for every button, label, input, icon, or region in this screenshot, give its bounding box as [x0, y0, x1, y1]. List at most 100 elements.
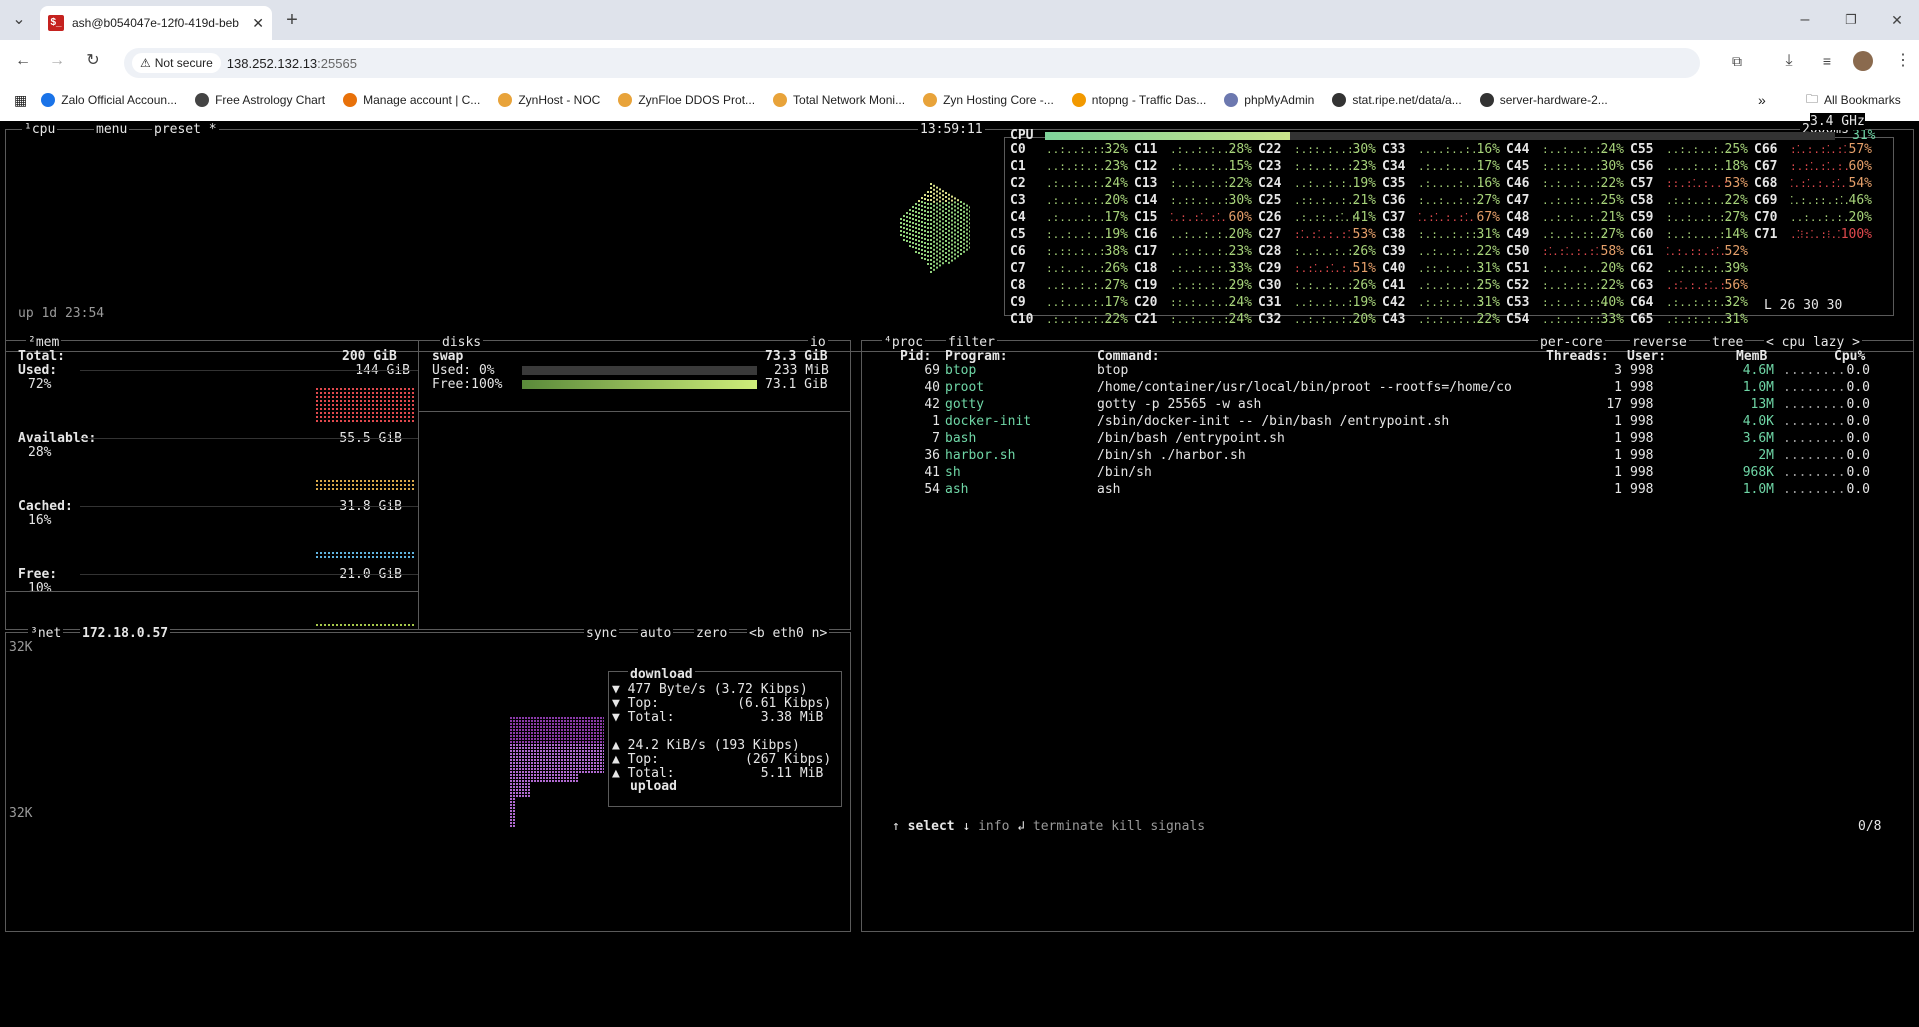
- cpu-graph-dot: [912, 210, 914, 212]
- net-graph-dot: [519, 768, 521, 770]
- table-row[interactable]: 41 sh/bin/sh 1 998 968K 0.0.........: [870, 464, 1905, 481]
- bookmark-item[interactable]: Zyn Hosting Core -...: [923, 93, 1054, 107]
- net-graph-dot: [510, 729, 512, 731]
- cpu-graph-dot: [957, 239, 959, 242]
- bookmarks-overflow-icon[interactable]: »: [1758, 92, 1766, 108]
- close-tab-icon[interactable]: ✕: [252, 15, 264, 32]
- cpu-graph-dot: [933, 264, 935, 267]
- net-auto[interactable]: auto: [638, 625, 674, 642]
- net-graph-dot: [558, 771, 560, 773]
- net-interface[interactable]: <b eth0 n>: [747, 625, 830, 642]
- table-row[interactable]: 69 btop btop 3 998 4.6M 0.0.........: [870, 362, 1905, 379]
- menu-kebab-icon[interactable]: ⋮: [1888, 46, 1918, 76]
- net-graph-dot: [603, 768, 604, 770]
- net-graph-dot: [582, 750, 584, 752]
- cpu-graph-dot: [942, 262, 944, 265]
- net-graph-dot: [525, 741, 527, 743]
- net-graph-dot: [519, 729, 521, 731]
- browser-tab[interactable]: $_ ash@b054047e-12f0-419d-beb ✕: [40, 6, 272, 40]
- cpu-graph-dot: [966, 240, 968, 243]
- net-graph-dot: [513, 756, 515, 758]
- net-graph-dot: [543, 774, 545, 776]
- net-graph-dot: [591, 729, 593, 731]
- net-graph-dot: [594, 762, 596, 764]
- bookmark-item[interactable]: Total Network Moni...: [773, 93, 905, 107]
- core-label: C35: [1382, 176, 1406, 191]
- cpu-tab[interactable]: ¹cpu: [22, 121, 58, 138]
- net-graph-dot: [519, 741, 521, 743]
- core-label: C58: [1630, 193, 1654, 208]
- net-graph-dot: [555, 753, 557, 755]
- cpu-graph-dot: [960, 209, 962, 211]
- net-graph-dot: [513, 801, 515, 803]
- bookmark-item[interactable]: ntopng - Traffic Das...: [1071, 93, 1206, 107]
- net-graph-dot: [582, 747, 584, 749]
- cpu-graph-dot: [951, 207, 953, 210]
- downloads-icon[interactable]: ⤓: [1774, 46, 1804, 76]
- avatar[interactable]: [1848, 46, 1878, 76]
- bookmark-item[interactable]: stat.ripe.net/data/a...: [1332, 93, 1462, 107]
- menu-tab[interactable]: menu: [94, 121, 130, 138]
- cpu-graph-dot: [912, 234, 914, 236]
- net-graph-dot: [525, 720, 527, 722]
- bookmark-item[interactable]: Manage account | C...: [343, 93, 480, 107]
- bookmark-item[interactable]: Free Astrology Chart: [195, 93, 325, 107]
- net-graph-dot: [525, 717, 527, 719]
- btop-terminal[interactable]: ¹cpu menu preset * 13:59:11 2000ms up 1d…: [0, 113, 1919, 1027]
- net-graph-dot: [516, 720, 518, 722]
- net-graph-dot: [576, 774, 578, 776]
- minimize-icon[interactable]: –: [1790, 5, 1820, 35]
- net-graph-dot: [549, 738, 551, 740]
- media-icon[interactable]: ≡: [1812, 46, 1842, 76]
- bookmark-item[interactable]: ZynHost - NOC: [498, 93, 600, 107]
- cpu-graph-dot: [930, 271, 932, 273]
- net-graph-dot: [531, 750, 533, 752]
- net-graph-dot: [546, 717, 548, 719]
- table-row[interactable]: 40 proot/home/container/usr/local/bin/pro…: [870, 379, 1905, 396]
- core-pct: 31%: [1724, 312, 1748, 327]
- cpu-graph-dot: [906, 228, 908, 230]
- bookmark-item[interactable]: Zalo Official Accoun...: [41, 93, 177, 107]
- tab-search-icon[interactable]: ⌄: [4, 5, 34, 35]
- net-graph-dot: [561, 768, 563, 770]
- net-graph-dot: [513, 816, 515, 818]
- table-row[interactable]: 7 bash/bin/bash /entrypoint.sh 1 998 3.6M 0.0…: [870, 430, 1905, 447]
- security-chip[interactable]: ⚠ Not secure: [132, 53, 221, 73]
- cpu-graph-dot: [957, 211, 959, 214]
- close-window-icon[interactable]: ✕: [1882, 5, 1912, 35]
- extensions-icon[interactable]: ⧉: [1722, 46, 1752, 76]
- net-graph-dot: [567, 717, 569, 719]
- net-graph-dot: [546, 735, 548, 737]
- all-bookmarks[interactable]: 🗀 All Bookmarks: [1806, 90, 1901, 111]
- net-title[interactable]: ³net: [28, 625, 64, 642]
- new-tab-icon[interactable]: +: [277, 5, 307, 35]
- bookmark-item[interactable]: ZynFloe DDOS Prot...: [618, 93, 755, 107]
- cpu-graph-dot: [915, 235, 917, 237]
- bookmark-item[interactable]: server-hardware-2...: [1479, 93, 1608, 107]
- bookmark-item[interactable]: phpMyAdmin: [1224, 93, 1314, 107]
- table-row[interactable]: 1 docker-init/sbin/docker-init -- /bin/ba…: [870, 413, 1905, 430]
- net-graph-dot: [600, 771, 602, 773]
- table-row[interactable]: 42 gotty gotty -p 25565 -w ash 17 998 13M 0.0.…: [870, 396, 1905, 413]
- preset-tab[interactable]: preset *: [152, 121, 219, 138]
- apps-grid-icon[interactable]: ▦: [14, 92, 27, 109]
- table-row[interactable]: 54 ash ash 1 998 1.0M 0.0.........: [870, 481, 1905, 498]
- net-zero[interactable]: zero: [694, 625, 730, 642]
- net-sync[interactable]: sync: [584, 625, 620, 642]
- net-graph-dot: [531, 732, 533, 734]
- net-graph-dot: [519, 756, 521, 758]
- core-pct: 28%: [1228, 142, 1252, 157]
- bookmark-favicon-icon: [343, 93, 358, 107]
- cpu-graph-dot: [912, 214, 914, 216]
- net-graph-dot: [543, 777, 545, 779]
- forward-icon[interactable]: →: [42, 46, 72, 76]
- back-icon[interactable]: ←: [8, 46, 38, 76]
- net-graph-dot: [522, 741, 524, 743]
- table-row[interactable]: 36 harbor.sh/bin/sh ./harbor.sh 1 998 2M 0.0.…: [870, 447, 1905, 464]
- net-graph-dot: [555, 759, 557, 761]
- restore-icon[interactable]: ❐: [1836, 5, 1866, 35]
- cpu-graph-dot: [924, 230, 926, 232]
- reload-icon[interactable]: ↻: [78, 46, 108, 76]
- address-bar[interactable]: ⚠ Not secure 138.252.132.13:25565: [124, 48, 1700, 78]
- net-graph-dot: [540, 732, 542, 734]
